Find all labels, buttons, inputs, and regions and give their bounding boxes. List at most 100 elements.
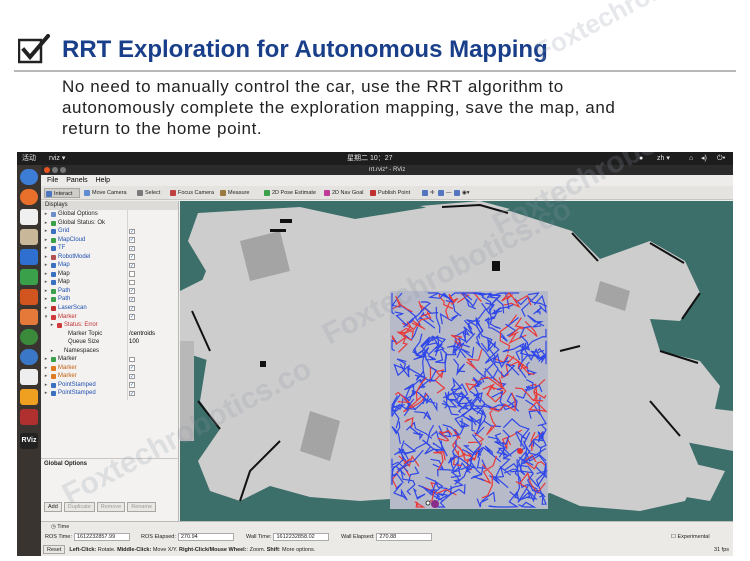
property-value[interactable]: 100 [129,338,139,347]
display-enabled-checkbox[interactable]: ✓ [129,296,135,303]
menu-help[interactable]: Help [96,177,110,184]
display-enabled-checkbox[interactable] [129,271,135,277]
expand-arrow-icon[interactable]: ▸ [43,236,49,245]
input-method[interactable]: zh ▾ [657,152,670,165]
display-enabled-checkbox[interactable] [129,356,135,363]
display-row[interactable]: ▸ Map ✓ [41,261,178,270]
sublime-icon[interactable] [20,389,38,405]
chromium-icon[interactable] [20,169,38,185]
display-row[interactable]: ▸ LaserScan ✓ [41,304,178,313]
expand-arrow-icon[interactable]: ▸ [43,244,49,253]
expand-arrow-icon[interactable]: ▸ [43,219,49,228]
maximize-icon[interactable] [60,167,66,173]
volume-icon[interactable]: ◂) [701,152,707,165]
tool-2-button[interactable]: Move Camera [83,188,133,198]
3d-view[interactable] [180,201,733,521]
tool-8-button[interactable]: Publish Point [369,188,417,198]
display-enabled-checkbox[interactable]: ✓ [129,262,135,269]
network-icon[interactable]: ⌂ [689,152,693,165]
display-row[interactable]: ▸ Namespaces [41,347,178,356]
expand-arrow-icon[interactable]: ▸ [43,372,49,381]
display-row[interactable]: Queue Size 100 [41,338,178,347]
display-row[interactable]: ▸ PointStamped ✓ [41,381,178,390]
display-row[interactable]: ▸ Marker [41,355,178,364]
display-row[interactable]: ▸ Map [41,270,178,279]
display-row[interactable]: ▸ Path ✓ [41,295,178,304]
menu-file[interactable]: File [47,177,58,184]
power-icon[interactable]: ⏻▾ [717,152,725,165]
remove-button[interactable]: Remove [96,502,126,512]
property-value[interactable]: /centroids [129,330,155,339]
rename-button[interactable]: Rename [127,502,157,512]
expand-arrow-icon[interactable]: ▸ [43,355,49,364]
help-icon[interactable] [20,349,38,365]
tool-5-button[interactable]: Measure [219,188,259,198]
expand-arrow-icon[interactable]: ▸ [43,364,49,373]
expand-arrow-icon[interactable]: ▸ [43,287,49,296]
software-center-icon[interactable] [20,309,38,325]
expand-arrow-icon[interactable]: ▸ [43,389,49,398]
impress-icon[interactable] [20,289,38,305]
minimize-icon[interactable] [52,167,58,173]
files-icon[interactable] [20,229,38,245]
display-enabled-checkbox[interactable]: ✓ [129,237,135,243]
display-enabled-checkbox[interactable]: ✓ [129,228,135,235]
screenshot-icon[interactable] [20,409,38,425]
menu-panels[interactable]: Panels [66,177,87,184]
display-row[interactable]: ▸ PointStamped ✓ [41,389,178,398]
collapse-arrow-icon[interactable]: ▾ [43,313,49,322]
duplicate-button[interactable]: Duplicate [63,502,95,512]
expand-arrow-icon[interactable]: ▸ [49,321,55,330]
activities-button[interactable]: 活动 [22,152,36,165]
tool-6-button[interactable]: 2D Pose Estimate [263,188,320,198]
tool-10-button[interactable]: — [437,188,452,198]
terminator-icon[interactable] [20,329,38,345]
tool-7-button[interactable]: 2D Nav Goal [323,188,366,198]
app-menu[interactable]: rviz ▾ [49,152,65,165]
expand-arrow-icon[interactable]: ▸ [43,278,49,287]
display-enabled-checkbox[interactable]: ✓ [129,254,135,260]
display-enabled-checkbox[interactable]: ✓ [129,288,135,294]
expand-arrow-icon[interactable]: ▸ [43,261,49,270]
clock[interactable]: 星期二 10：27 [347,152,393,165]
expand-arrow-icon[interactable]: ▸ [43,253,49,262]
display-enabled-checkbox[interactable]: ✓ [129,365,135,371]
display-row[interactable]: ▸ MapCloud ✓ [41,236,178,245]
expand-arrow-icon[interactable]: ▸ [43,227,49,236]
display-row[interactable]: ▸ Marker ✓ [41,372,178,381]
display-row[interactable]: ▸ Path ✓ [41,287,178,296]
expand-arrow-icon[interactable]: ▸ [49,347,55,356]
display-row[interactable]: ▸ Grid ✓ [41,227,178,236]
tool-11-button[interactable]: ◉▾ [453,188,470,198]
display-enabled-checkbox[interactable]: ✓ [129,390,135,397]
display-enabled-checkbox[interactable]: ✓ [129,373,135,380]
display-enabled-checkbox[interactable]: ✓ [129,305,135,312]
display-enabled-checkbox[interactable]: ✓ [129,245,135,252]
firefox-icon[interactable] [20,189,38,205]
tool-1-button[interactable]: Interact [44,188,80,198]
reset-button[interactable]: Reset [43,545,66,554]
display-row[interactable]: ▸ Status: Error [41,321,178,330]
display-enabled-checkbox[interactable]: ✓ [129,382,135,388]
tool-9-button[interactable]: ✛ [421,188,435,198]
tool-3-button[interactable]: Select [136,188,166,198]
experimental-checkbox[interactable]: ☐ Experimental [671,533,710,542]
text-editor-icon[interactable] [20,369,38,385]
calc-icon[interactable] [20,269,38,285]
display-enabled-checkbox[interactable] [129,279,135,286]
expand-arrow-icon[interactable]: ▸ [43,381,49,390]
display-row[interactable]: ▾ Marker ✓ [41,313,178,322]
writer-icon[interactable] [20,249,38,265]
expand-arrow-icon[interactable]: ▸ [43,210,49,219]
rviz-icon[interactable]: RViz [20,433,38,449]
close-icon[interactable] [44,167,50,173]
add-button[interactable]: Add [44,502,62,512]
display-row[interactable]: ▸ Marker ✓ [41,364,178,373]
accessibility-icon[interactable]: ● [639,152,643,165]
expand-arrow-icon[interactable]: ▸ [43,270,49,279]
display-enabled-checkbox[interactable]: ✓ [129,314,135,320]
display-row[interactable]: ▸ Global Status: Ok [41,219,178,228]
qq-icon[interactable] [20,209,38,225]
display-row[interactable]: ▸ Global Options [41,210,178,219]
expand-arrow-icon[interactable]: ▸ [43,304,49,313]
